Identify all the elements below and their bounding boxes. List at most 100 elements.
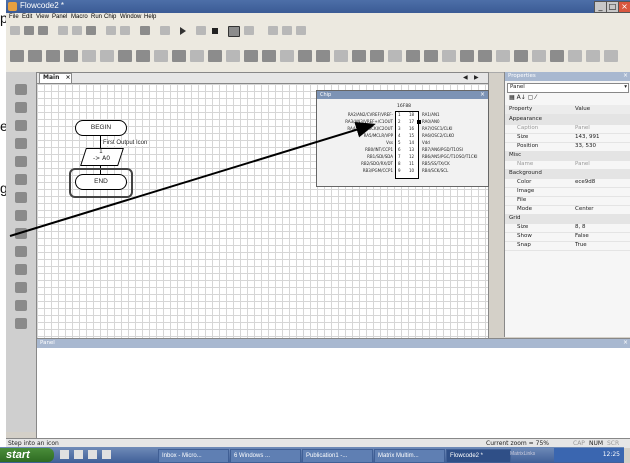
property-value[interactable]: 143, 991: [575, 134, 600, 140]
chip-pin-r1[interactable]: RA1/AN1: [422, 112, 488, 117]
component-icon-33[interactable]: [586, 50, 600, 62]
scroll-indicator: SCR: [607, 440, 620, 447]
quick-launch-icon-1[interactable]: [60, 450, 69, 459]
chip-pin-num-r3: 16: [409, 126, 415, 131]
port-icon[interactable]: [15, 318, 27, 329]
property-value[interactable]: 8, 8: [575, 224, 586, 230]
code-icon[interactable]: [15, 264, 27, 275]
properties-header: Property Value: [505, 105, 630, 115]
properties-object-select[interactable]: Panel ▾: [507, 83, 629, 93]
component-icon-34[interactable]: [604, 50, 618, 62]
chevron-down-icon[interactable]: ▾: [624, 84, 627, 90]
pin-led-indicator: [417, 120, 421, 124]
component-icon-31[interactable]: [550, 50, 564, 62]
property-value[interactable]: True: [575, 242, 587, 248]
properties-panel: Properties × Panel ▾ ▦ A↓ ▢ ⁄ Property V…: [504, 72, 630, 337]
component-icon-24[interactable]: [424, 50, 438, 62]
caps-indicator: CAP: [573, 440, 585, 447]
sort-icons[interactable]: ▦ A↓ ▢ ⁄: [509, 94, 549, 102]
chip-pin-num-r5: 14: [409, 140, 415, 145]
properties-selected-value: Panel: [510, 84, 525, 90]
chip-close-icon[interactable]: ×: [480, 91, 485, 98]
task-matrix[interactable]: Matrix Multim...: [374, 449, 445, 463]
start-button[interactable]: start: [0, 448, 54, 462]
quick-launch-icon-3[interactable]: [87, 450, 97, 459]
component-icon-30[interactable]: [532, 50, 546, 62]
property-value[interactable]: ece9d8: [575, 179, 595, 185]
chip-pin-r7[interactable]: RB6/AN5/PGC/T1OSO/T1CKI: [422, 154, 488, 159]
component-icon-27[interactable]: [478, 50, 492, 62]
property-name: Snap: [517, 242, 531, 248]
properties-titlebar: Properties ×: [505, 72, 630, 81]
quick-launch-icon-2[interactable]: [73, 450, 83, 459]
chip-pin-r6[interactable]: RB7/AN6/PGD/T1OSI: [422, 147, 488, 152]
task-flowcode[interactable]: Flowcode2 *: [446, 449, 511, 463]
chip-pin-r8[interactable]: RB5/SS/TX/CK: [422, 161, 488, 166]
chip-pin-r4[interactable]: RA6/OSC2/CLKO: [422, 133, 488, 138]
zoom-indicator: Current zoom = 75%: [486, 440, 549, 447]
tab-scroll-left-icon[interactable]: ◀: [463, 74, 468, 81]
component-icon-29[interactable]: [514, 50, 528, 62]
property-value[interactable]: Panel: [575, 125, 590, 131]
system-tray: 12:25: [554, 448, 624, 462]
property-value[interactable]: Panel: [575, 161, 590, 167]
chip-pin-r5[interactable]: Vdd: [422, 140, 488, 145]
quick-launch: [60, 450, 120, 460]
value-col-header: Value: [575, 106, 591, 112]
chip-pin-num-r1: 18: [409, 112, 415, 117]
chip-pin-num-r9: 10: [409, 168, 415, 173]
property-name: Image: [517, 188, 535, 194]
task-matrixlinks[interactable]: MatrixLinks: [510, 451, 535, 457]
num-indicator: NUM: [589, 440, 604, 447]
property-col-header: Property: [509, 106, 533, 112]
chip-pin-r3[interactable]: RA7/OSC1/CLKI: [422, 126, 488, 131]
properties-close-icon[interactable]: ×: [623, 72, 628, 79]
property-name: Appearance: [509, 116, 543, 122]
component-icon-26[interactable]: [460, 50, 474, 62]
chip-pin-num-r7: 12: [409, 154, 415, 159]
tray-clock[interactable]: 12:25: [603, 451, 620, 458]
quick-launch-icon-4[interactable]: [101, 450, 111, 459]
property-name: Position: [517, 143, 539, 149]
component-icon-23[interactable]: [406, 50, 420, 62]
chip-pin-num-r6: 13: [409, 147, 415, 152]
component-icon-25[interactable]: [442, 50, 456, 62]
status-message: Step into an icon: [8, 440, 59, 447]
chip-pin-num-r4: 15: [409, 133, 415, 138]
close-button[interactable]: ×: [618, 1, 630, 13]
panel-canvas[interactable]: [37, 348, 630, 438]
panel-window: Panel ×: [36, 338, 630, 440]
component-icon-32[interactable]: [568, 50, 582, 62]
chip-pin-num-r8: 11: [409, 161, 415, 166]
property-value[interactable]: False: [575, 233, 589, 239]
panel-titlebar: Panel ×: [37, 339, 630, 348]
property-name: Misc: [509, 152, 522, 158]
task-inbox[interactable]: Inbox - Micro...: [158, 449, 229, 463]
property-name: Color: [517, 179, 532, 185]
property-value[interactable]: 33, 530: [575, 143, 596, 149]
property-name: Show: [517, 233, 532, 239]
property-name: File: [517, 197, 527, 203]
property-value[interactable]: Center: [575, 206, 594, 212]
panel-title: Panel: [40, 340, 55, 346]
windows-taskbar: start Inbox - Micro... 6 Windows ... Pub…: [0, 447, 624, 463]
task-windows[interactable]: 6 Windows ...: [230, 449, 301, 463]
string-icon[interactable]: [15, 300, 27, 311]
comment-icon[interactable]: [15, 282, 27, 293]
component-icon-28[interactable]: [496, 50, 510, 62]
chip-pin-r9[interactable]: RB4/SCK/SCL: [422, 168, 488, 173]
property-name: Size: [517, 134, 529, 140]
property-name: Mode: [517, 206, 532, 212]
property-name: Name: [517, 161, 534, 167]
annotation-arrow: [9, 122, 376, 237]
chip-pin-num-r2: 17: [409, 119, 415, 124]
property-name: Background: [509, 170, 542, 176]
task-publication[interactable]: Publication1 -...: [302, 449, 373, 463]
property-name: Size: [517, 224, 529, 230]
tab-scroll-right-icon[interactable]: ▶: [474, 74, 479, 81]
flowcode-window: Flowcode2 * _ □ × File Edit View Panel M…: [6, 0, 630, 463]
property-name: Caption: [517, 125, 539, 131]
panel-close-icon[interactable]: ×: [623, 339, 628, 346]
chip-pin-r2[interactable]: RA0/AN0: [422, 119, 488, 124]
property-row[interactable]: Snap True: [505, 241, 630, 251]
